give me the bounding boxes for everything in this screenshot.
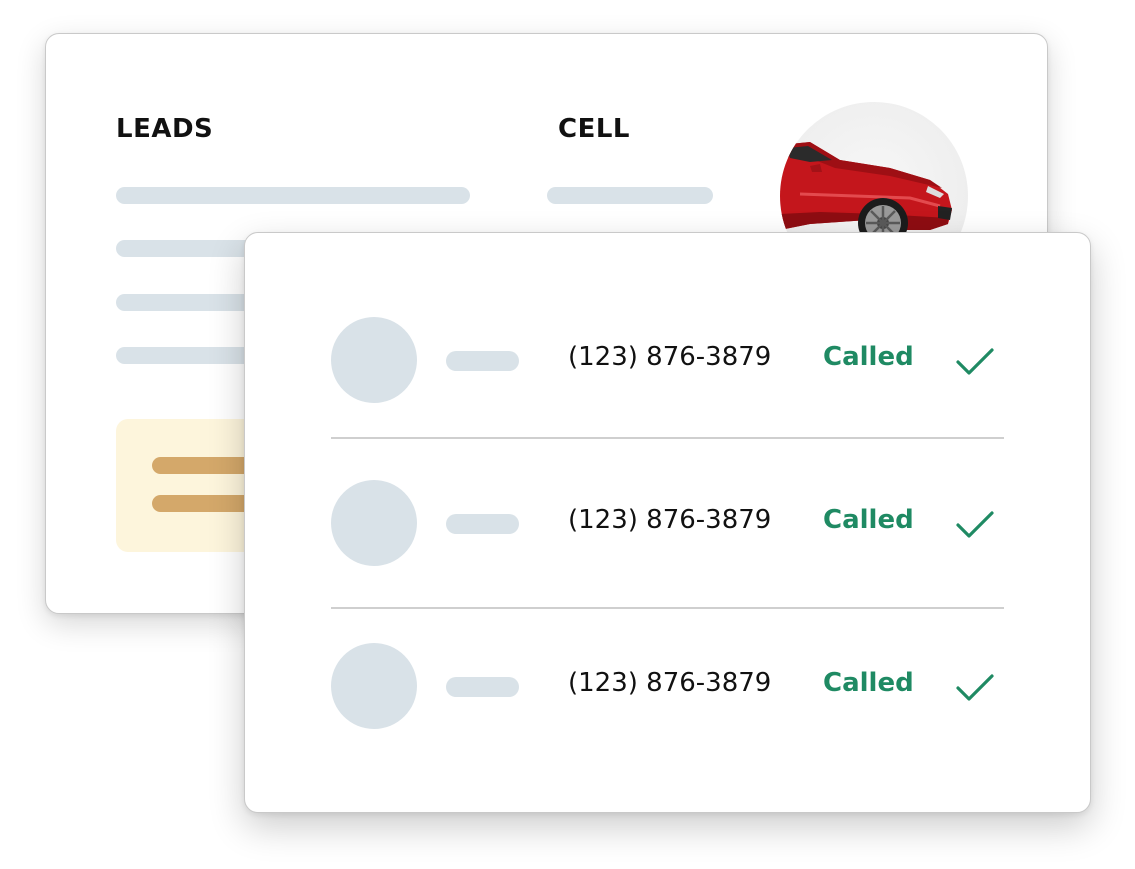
check-icon [956, 674, 994, 701]
lead-row: (123) 876-3879 Called [331, 480, 1005, 570]
lead-phone: (123) 876-3879 [568, 505, 772, 535]
lead-row: (123) 876-3879 Called [331, 317, 1005, 407]
avatar [331, 317, 417, 403]
cell-placeholder-bar [547, 187, 713, 204]
lead-phone: (123) 876-3879 [568, 342, 772, 372]
check-icon [956, 348, 994, 375]
lead-status: Called [823, 505, 914, 535]
lead-placeholder-bar [116, 187, 470, 204]
lead-row: (123) 876-3879 Called [331, 643, 1005, 733]
avatar [331, 643, 417, 729]
lead-name-placeholder [446, 514, 519, 534]
lead-status: Called [823, 342, 914, 372]
lead-name-placeholder [446, 351, 519, 371]
avatar [331, 480, 417, 566]
row-divider [331, 607, 1004, 609]
leads-column-header: LEADS [116, 114, 214, 144]
lead-name-placeholder [446, 677, 519, 697]
lead-phone: (123) 876-3879 [568, 668, 772, 698]
cell-column-header: CELL [558, 114, 630, 144]
called-leads-card: (123) 876-3879 Called (123) 876-3879 Cal… [244, 232, 1091, 813]
leads-illustration: LEADS CELL (123) 876-3879 Called (123) 8… [0, 0, 1135, 869]
check-icon [956, 511, 994, 538]
lead-status: Called [823, 668, 914, 698]
row-divider [331, 437, 1004, 439]
